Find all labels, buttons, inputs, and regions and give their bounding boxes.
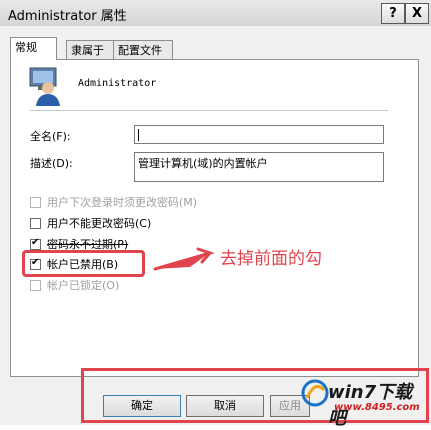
- checkbox-account-locked[interactable]: 帐户已锁定(O): [30, 277, 119, 293]
- divider: [30, 110, 388, 111]
- watermark-logo: win7下载吧 www.8495.com: [298, 366, 429, 429]
- window-title: Administrator 属性: [8, 9, 127, 24]
- checkbox-label: 帐户已锁定(O): [47, 279, 120, 292]
- checkbox-box[interactable]: [30, 279, 41, 291]
- tab-general[interactable]: 常规: [10, 37, 57, 60]
- fullname-field[interactable]: [134, 125, 384, 144]
- description-field[interactable]: 管理计算机(域)的内置帐户: [134, 152, 384, 182]
- annotation-text: 去掉前面的勾: [220, 249, 322, 269]
- checkbox-label: 用户不能更改密码(C): [47, 217, 152, 230]
- tab-member-of[interactable]: 隶属于: [66, 40, 114, 60]
- user-icon: [28, 66, 62, 109]
- user-name: Administrator: [78, 78, 157, 89]
- checkbox-box[interactable]: [30, 217, 41, 229]
- text-cursor: [138, 129, 139, 141]
- checkbox-box[interactable]: [30, 237, 41, 250]
- arrow-icon: [153, 247, 215, 271]
- checkbox-label: 用户下次登录时须更改密码(M): [47, 196, 198, 209]
- checkbox-must-change-password[interactable]: 用户下次登录时须更改密码(M): [30, 194, 197, 210]
- checkbox-box[interactable]: [30, 196, 41, 208]
- logo-icon: [301, 379, 329, 407]
- checkbox-cannot-change-password[interactable]: 用户不能更改密码(C): [30, 215, 151, 231]
- title-bar: Administrator 属性 ? X: [0, 0, 431, 27]
- logo-url: www.8495.com: [334, 402, 420, 413]
- fullname-label: 全名(F):: [30, 130, 71, 143]
- highlight-box: [22, 250, 145, 277]
- help-button[interactable]: ?: [381, 3, 405, 24]
- close-button[interactable]: X: [405, 3, 429, 24]
- description-label: 描述(D):: [30, 157, 73, 170]
- tab-profile[interactable]: 配置文件: [113, 40, 173, 60]
